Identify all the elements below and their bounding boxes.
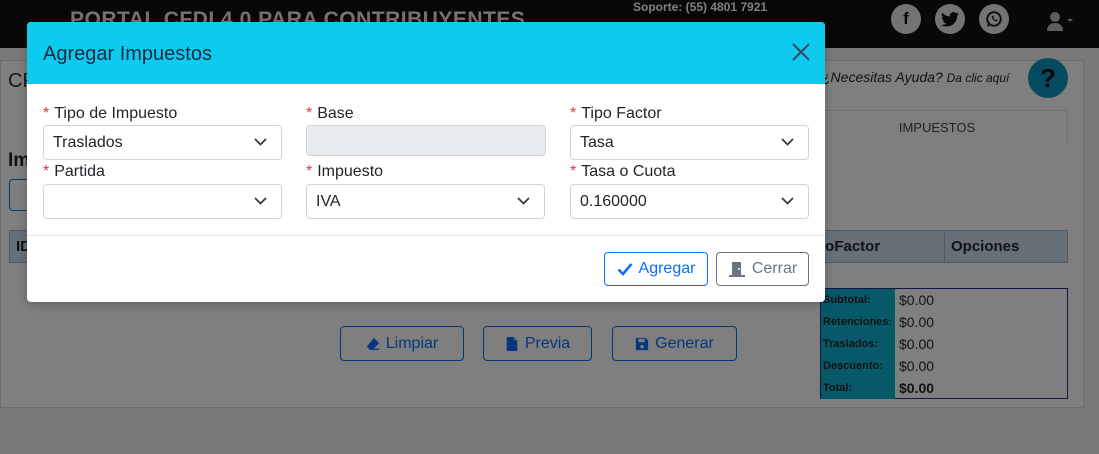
cerrar-label: Cerrar [751, 260, 798, 277]
tipo-impuesto-select[interactable]: Traslados [43, 125, 282, 160]
required-mark: * [570, 105, 577, 122]
chevron-down-icon [254, 197, 267, 205]
cerrar-button[interactable]: Cerrar [716, 252, 809, 286]
tipo-factor-select[interactable]: Tasa [570, 125, 809, 160]
required-mark: * [43, 105, 50, 122]
agregar-impuestos-modal: Agregar Impuestos * Tipo de Impuesto Tras… [27, 22, 825, 302]
required-mark: * [306, 163, 313, 180]
tasa-cuota-select[interactable]: 0.160000 [570, 184, 809, 219]
tipo-factor-value: Tasa [580, 134, 614, 151]
chevron-down-icon [517, 197, 530, 205]
tipo-factor-label: * Tipo Factor [570, 105, 662, 123]
impuesto-label-text: Impuesto [317, 163, 384, 180]
modal-title: Agregar Impuestos [43, 43, 212, 65]
tipo-impuesto-value: Traslados [53, 134, 123, 151]
agregar-label: Agregar [638, 260, 696, 277]
modal-header: Agregar Impuestos [27, 22, 825, 84]
close-icon[interactable] [789, 40, 813, 64]
tasa-cuota-label-text: Tasa o Cuota [581, 163, 676, 180]
required-mark: * [43, 163, 50, 180]
chevron-down-icon [254, 138, 267, 146]
modal-footer-divider [27, 235, 825, 236]
base-label-text: Base [317, 105, 354, 122]
agregar-button[interactable]: Agregar [604, 252, 708, 286]
tasa-cuota-label: * Tasa o Cuota [570, 163, 676, 181]
checkmark-icon [617, 263, 633, 276]
required-mark: * [306, 105, 313, 122]
chevron-down-icon [781, 197, 794, 205]
partida-label-text: Partida [54, 163, 105, 180]
base-input [306, 125, 546, 156]
tipo-factor-label-text: Tipo Factor [581, 105, 662, 122]
required-mark: * [570, 163, 577, 180]
partida-select[interactable] [43, 184, 282, 219]
tasa-cuota-value: 0.160000 [580, 193, 647, 210]
chevron-down-icon [781, 138, 794, 146]
tipo-impuesto-label: * Tipo de Impuesto [43, 105, 177, 123]
base-label: * Base [306, 105, 354, 123]
impuesto-label: * Impuesto [306, 163, 383, 181]
tipo-impuesto-label-text: Tipo de Impuesto [54, 105, 178, 122]
door-icon [728, 262, 745, 277]
impuesto-value: IVA [316, 193, 341, 210]
partida-label: * Partida [43, 163, 105, 181]
impuesto-select[interactable]: IVA [306, 184, 545, 219]
